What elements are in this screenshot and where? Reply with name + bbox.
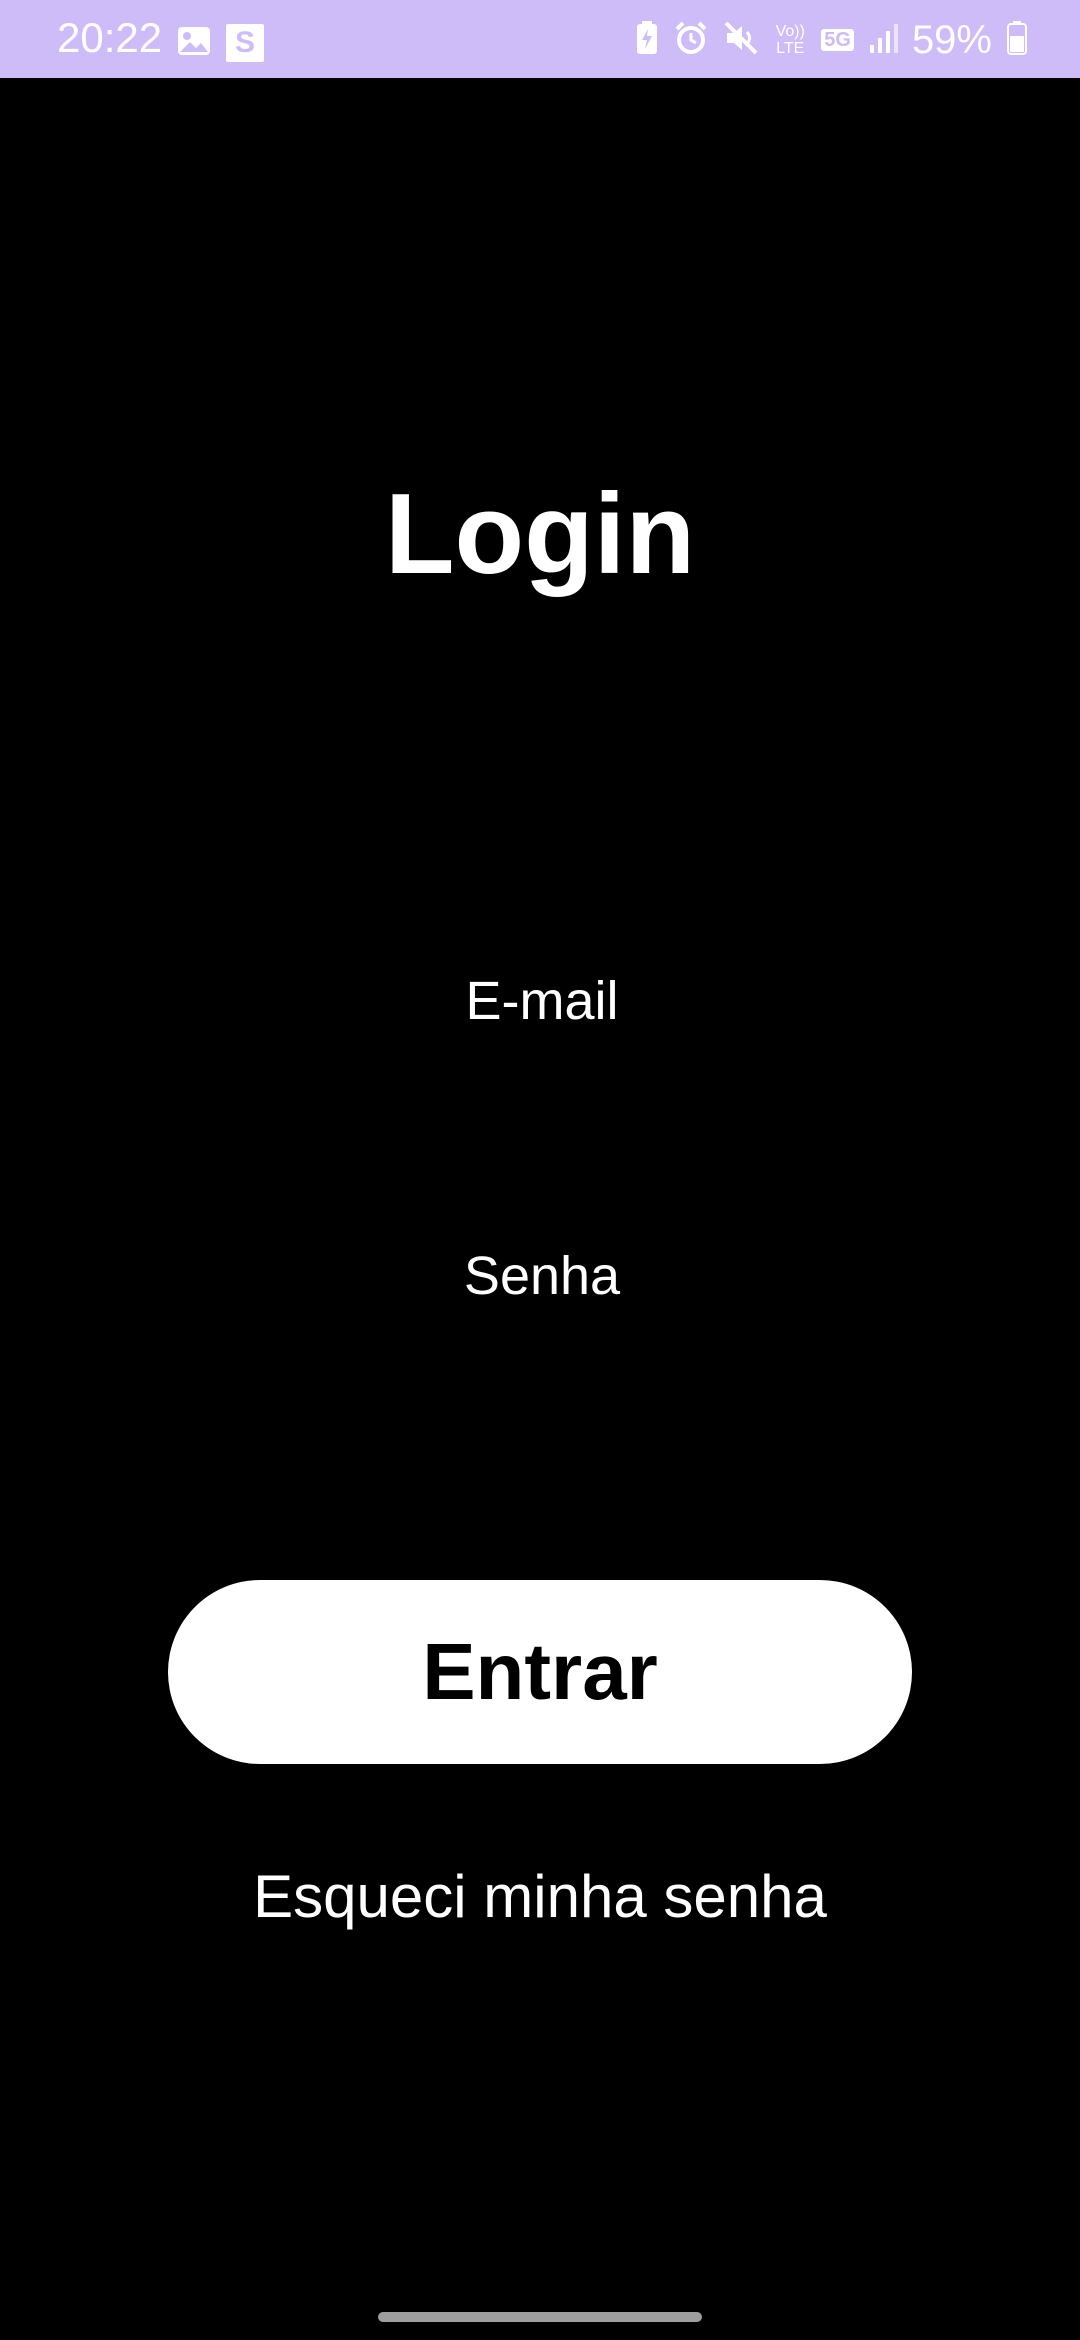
page-title: Login bbox=[384, 471, 696, 598]
password-field[interactable] bbox=[240, 1220, 844, 1332]
email-field[interactable] bbox=[240, 945, 844, 1057]
login-screen: 20:22 S Vo)) LTE 5G 59% Login E-mail Ent… bbox=[0, 0, 1080, 2340]
signal-icon bbox=[868, 21, 898, 60]
battery-saver-icon bbox=[635, 20, 659, 61]
battery-percent: 59% bbox=[911, 18, 992, 62]
status-right-icons: Vo)) LTE 5G 59% bbox=[635, 18, 1028, 62]
alarm-icon bbox=[673, 20, 709, 61]
5g-icon: 5G bbox=[821, 29, 854, 51]
forgot-password-link[interactable]: Esqueci minha senha bbox=[0, 1862, 1080, 1932]
status-bar: 20:22 S Vo)) LTE 5G 59% bbox=[0, 0, 1080, 78]
battery-icon bbox=[1006, 20, 1028, 61]
s-app-icon: S bbox=[226, 24, 264, 62]
status-time: 20:22 bbox=[57, 14, 163, 61]
image-icon bbox=[176, 25, 212, 62]
mute-icon bbox=[723, 20, 759, 61]
volte-icon: Vo)) LTE bbox=[775, 23, 805, 57]
status-left-icons: S bbox=[176, 24, 264, 62]
home-indicator[interactable] bbox=[378, 2312, 702, 2322]
login-button[interactable]: Entrar bbox=[168, 1580, 912, 1764]
